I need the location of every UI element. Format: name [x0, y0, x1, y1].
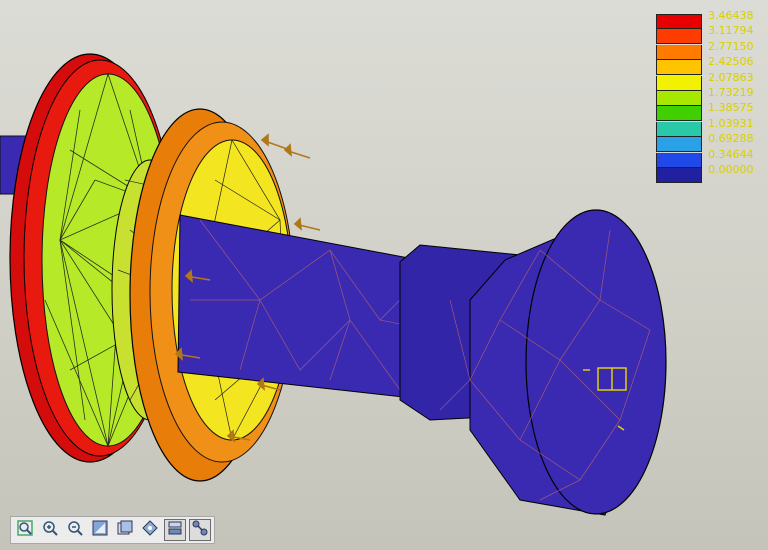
legend-value-label: 0.69288 — [708, 132, 754, 146]
layer-icon — [166, 519, 184, 541]
legend-swatch — [656, 14, 702, 29]
legend-value-label: 1.38575 — [708, 101, 754, 115]
zoom-fit-icon — [16, 519, 34, 541]
fem-model-render — [0, 53, 667, 516]
named-view-icon — [116, 519, 134, 541]
orient-button[interactable] — [139, 519, 161, 541]
zoom-in-icon — [41, 519, 59, 541]
refit-icon — [91, 519, 109, 541]
orient-icon — [141, 519, 159, 541]
legend-value-label: 2.07863 — [708, 70, 754, 84]
legend-swatch — [656, 29, 702, 45]
legend-value-label: 3.46438 — [708, 9, 754, 22]
named-view-button[interactable] — [114, 519, 136, 541]
legend-swatch — [656, 137, 702, 153]
legend-value-label: 0.34644 — [708, 147, 754, 161]
legend-value-label: 2.77150 — [708, 39, 754, 53]
legend-value-label: 2.42506 — [708, 55, 754, 69]
zoom-out-icon — [66, 519, 84, 541]
zoom-in-button[interactable] — [39, 519, 61, 541]
legend-value-label: 3.11794 — [708, 24, 754, 38]
legend-swatch — [656, 121, 702, 137]
legend-swatch — [656, 75, 702, 91]
legend-swatch — [656, 60, 702, 76]
legend-value-label: 1.03931 — [708, 116, 754, 130]
legend-swatch — [656, 44, 702, 60]
legend-swatch — [656, 152, 702, 168]
zoom-fit-button[interactable] — [14, 519, 36, 541]
legend-swatch — [656, 106, 702, 122]
color-legend: 3.46438 3.11794 2.77150 2.42506 2.07863 1.732… — [656, 10, 766, 184]
layer-button[interactable] — [164, 519, 186, 541]
zoom-out-button[interactable] — [64, 519, 86, 541]
spin-center-icon — [191, 519, 209, 541]
legend-swatch — [656, 91, 702, 106]
spin-center-button[interactable] — [189, 519, 211, 541]
legend-swatch — [656, 168, 702, 183]
view-toolbar — [10, 516, 215, 544]
refit-button[interactable] — [89, 519, 111, 541]
model-viewport[interactable]: 3.46438 3.11794 2.77150 2.42506 2.07863 1.732… — [0, 0, 768, 550]
legend-value-label: 1.73219 — [708, 86, 754, 99]
legend-value-label: 0.00000 — [708, 163, 754, 176]
